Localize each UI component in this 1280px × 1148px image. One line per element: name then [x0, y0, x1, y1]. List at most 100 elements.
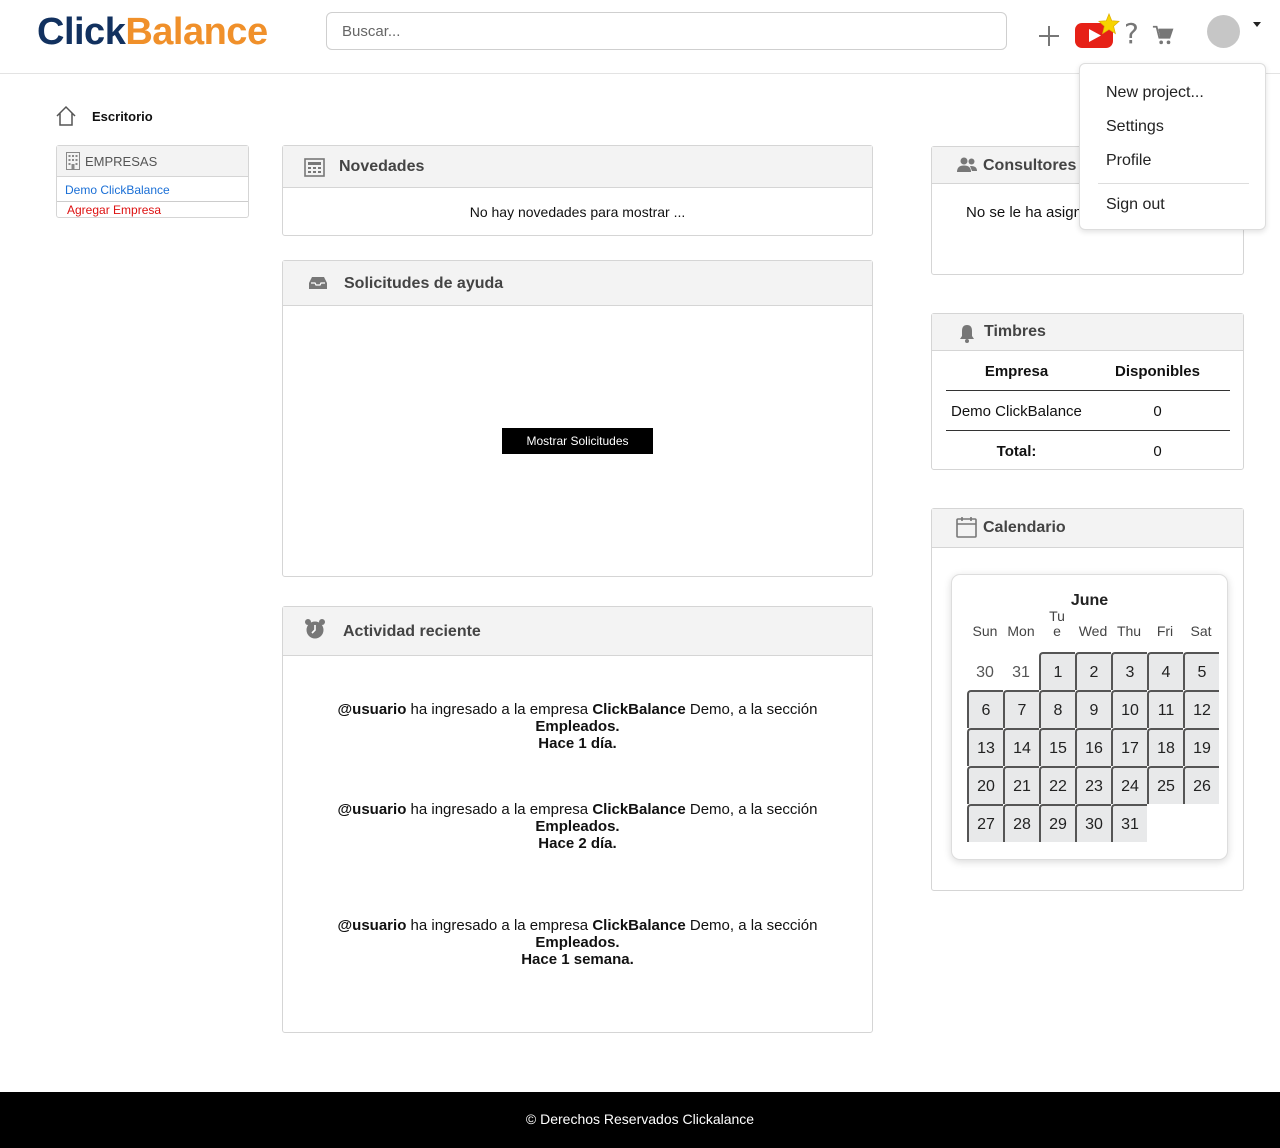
menu-divider: [1098, 183, 1249, 184]
novedades-panel: Novedades No hay novedades para mostrar …: [282, 145, 873, 236]
total-label: Total:: [996, 443, 1037, 460]
activity-time: Hace 1 semana.: [521, 951, 634, 968]
calendar-day[interactable]: 3: [1111, 652, 1147, 690]
calendar-day[interactable]: 18: [1147, 728, 1183, 766]
calendar-day[interactable]: 1: [1039, 652, 1075, 690]
empresas-title: EMPRESAS: [85, 154, 158, 169]
add-company-link[interactable]: Agregar Empresa: [67, 203, 161, 217]
alarm-clock-icon: [305, 619, 325, 639]
calendar-day[interactable]: 31: [1111, 804, 1147, 842]
table-header-row: Empresa Disponibles: [946, 351, 1230, 391]
menu-item-sign-out[interactable]: Sign out: [1106, 196, 1165, 214]
calendar-day[interactable]: 26: [1183, 766, 1219, 804]
cart-icon[interactable]: [1152, 24, 1174, 46]
calendar-day[interactable]: 27: [967, 804, 1003, 842]
activity-text: Demo, a la sección: [685, 917, 818, 934]
weekday-label: Wed: [1078, 623, 1108, 639]
calendar-day[interactable]: 19: [1183, 728, 1219, 766]
calendar-day[interactable]: 2: [1075, 652, 1111, 690]
menu-item-new-project[interactable]: New project...: [1106, 84, 1204, 102]
calendar-day[interactable]: 20: [967, 766, 1003, 804]
activity-item: @usuario ha ingresado a la empresa Click…: [283, 917, 872, 968]
activity-text: ha ingresado a la empresa: [406, 701, 593, 718]
calendar-day[interactable]: 25: [1147, 766, 1183, 804]
search-input[interactable]: [326, 12, 1007, 50]
activity-user: @usuario: [337, 801, 407, 818]
calendar-day[interactable]: 30: [1075, 804, 1111, 842]
calendar-day[interactable]: 8: [1039, 690, 1075, 728]
footer: © Derechos Reservados Clickalance: [0, 1092, 1280, 1148]
calendar-day[interactable]: 7: [1003, 690, 1039, 728]
calendar-day[interactable]: 28: [1003, 804, 1039, 842]
calendar-day[interactable]: 4: [1147, 652, 1183, 690]
timbres-header: Timbres: [932, 314, 1243, 351]
help-icon[interactable]: ?: [1124, 18, 1139, 50]
home-icon[interactable]: [55, 105, 77, 127]
plus-icon[interactable]: [1037, 24, 1061, 48]
calendar-day[interactable]: 17: [1111, 728, 1147, 766]
activity-text: Demo, a la sección: [685, 701, 818, 718]
calendar-day[interactable]: 29: [1039, 804, 1075, 842]
calendar-day[interactable]: 6: [967, 690, 1003, 728]
cell-company: Demo ClickBalance: [951, 403, 1082, 420]
timbres-panel: Timbres Empresa Disponibles Demo ClickBa…: [931, 313, 1244, 470]
activity-text: ha ingresado a la empresa: [406, 917, 593, 934]
calendario-panel: Calendario June Sun Mon Tu e Wed Thu Fri Sat 30…: [931, 508, 1244, 891]
calendar-day[interactable]: 11: [1147, 690, 1183, 728]
empresas-header: EMPRESAS: [57, 146, 248, 177]
calendar-day[interactable]: 9: [1075, 690, 1111, 728]
chevron-down-icon[interactable]: [1253, 22, 1261, 27]
table-total-row: Total: 0: [946, 431, 1230, 471]
activity-item: @usuario ha ingresado a la empresa Click…: [283, 801, 872, 852]
weekday-label: Sat: [1190, 623, 1212, 639]
calendar-day[interactable]: 10: [1111, 690, 1147, 728]
solicitudes-header: Solicitudes de ayuda: [283, 261, 872, 306]
empresas-panel: EMPRESAS Demo ClickBalance Agregar Empre…: [56, 145, 249, 218]
activity-text: Demo, a la sección: [685, 801, 818, 818]
calendar-day[interactable]: 22: [1039, 766, 1075, 804]
calendar-day[interactable]: 24: [1111, 766, 1147, 804]
column-header-empresa: Empresa: [984, 363, 1049, 380]
calendar-day[interactable]: 5: [1183, 652, 1219, 690]
newspaper-icon: [304, 158, 325, 177]
actividad-title: Actividad reciente: [343, 623, 481, 640]
consultores-message: No se le ha asign: [966, 204, 1082, 221]
activity-company: ClickBalance: [592, 917, 686, 934]
menu-item-profile[interactable]: Profile: [1106, 152, 1151, 170]
activity-section: Empleados.: [535, 934, 620, 951]
building-icon: [66, 152, 80, 170]
avatar[interactable]: [1207, 15, 1240, 48]
logo-text-click: Click: [37, 11, 126, 53]
weekday-label: Thu: [1116, 623, 1142, 639]
activity-time: Hace 1 día.: [538, 735, 617, 752]
show-requests-button[interactable]: Mostrar Solicitudes: [502, 428, 653, 454]
company-link[interactable]: Demo ClickBalance: [65, 183, 170, 197]
calendar-day[interactable]: 23: [1075, 766, 1111, 804]
actividad-panel: Actividad reciente @usuario ha ingresado…: [282, 606, 873, 1033]
activity-user: @usuario: [337, 701, 407, 718]
activity-time: Hace 2 día.: [538, 835, 617, 852]
calendar-day[interactable]: 12: [1183, 690, 1219, 728]
cell-available: 0: [1153, 403, 1162, 420]
calendar-day[interactable]: 16: [1075, 728, 1111, 766]
actividad-header: Actividad reciente: [283, 607, 872, 656]
calendar-widget: June Sun Mon Tu e Wed Thu Fri Sat 30 31 1 2 3 4 5 6 7 8 9…: [951, 574, 1228, 860]
calendario-title: Calendario: [983, 519, 1066, 536]
inbox-icon: [309, 277, 327, 289]
activity-company: ClickBalance: [592, 801, 686, 818]
menu-item-settings[interactable]: Settings: [1106, 118, 1164, 136]
user-menu-dropdown: New project... Settings Profile Sign out: [1079, 63, 1266, 230]
weekday-label: Mon: [1007, 623, 1035, 639]
calendar-day[interactable]: 14: [1003, 728, 1039, 766]
calendar-day[interactable]: 15: [1039, 728, 1075, 766]
clickbalance-logo[interactable]: ClickBalance: [37, 11, 268, 53]
activity-item: @usuario ha ingresado a la empresa Click…: [283, 701, 872, 752]
timbres-title: Timbres: [984, 323, 1046, 340]
calendar-day-prev-month: 30: [976, 664, 994, 681]
calendar-day[interactable]: 21: [1003, 766, 1039, 804]
weekday-label: Fri: [1156, 623, 1174, 639]
novedades-header: Novedades: [283, 146, 872, 188]
breadcrumb[interactable]: Escritorio: [92, 109, 153, 124]
calendar-day[interactable]: 13: [967, 728, 1003, 766]
calendar-icon: [956, 517, 977, 538]
